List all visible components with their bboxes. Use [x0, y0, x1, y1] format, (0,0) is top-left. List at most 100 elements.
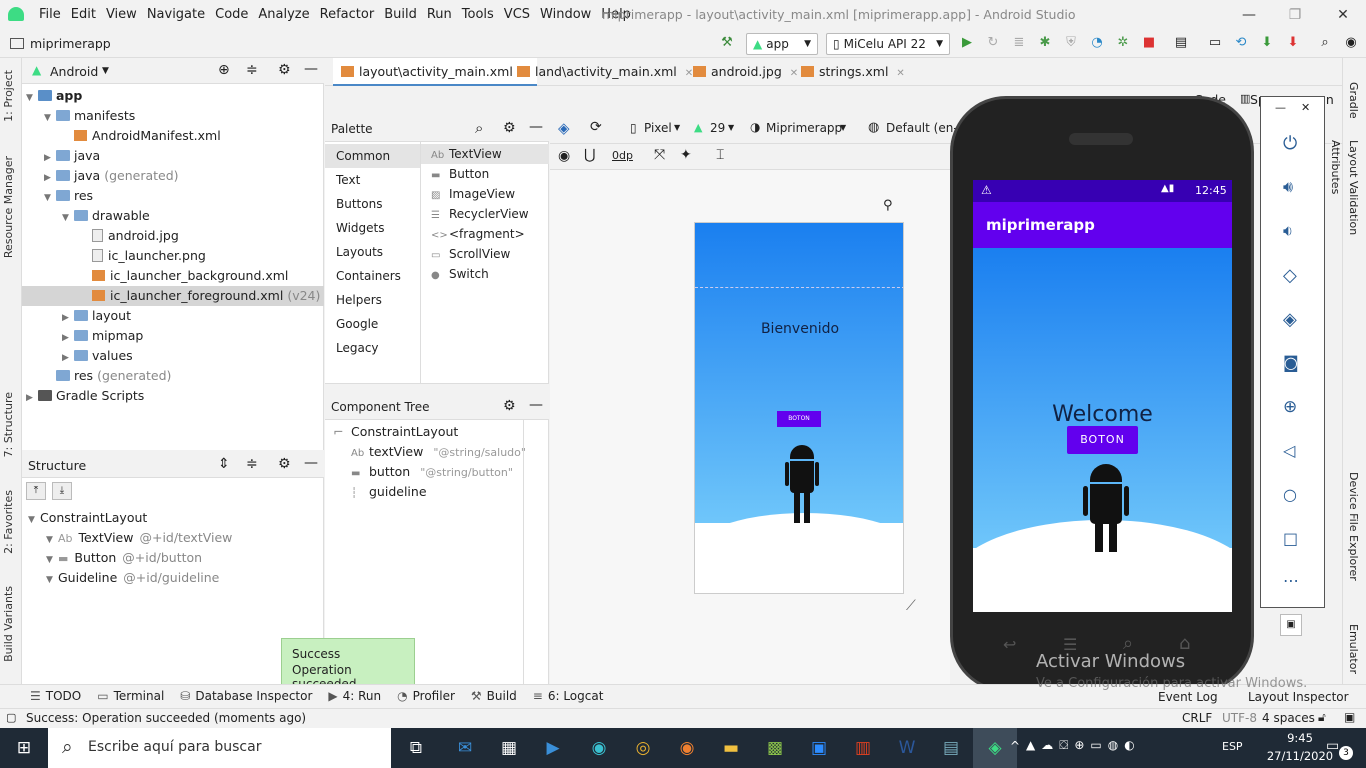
chevron-down-icon[interactable]: ▼ [674, 123, 680, 132]
close-icon[interactable]: ✕ [1301, 101, 1310, 114]
expand-all-icon[interactable]: ⇕ [218, 456, 230, 472]
sync-gradle-icon[interactable]: ⟲ [1232, 34, 1250, 52]
search-icon[interactable]: ⌕ [475, 119, 483, 137]
palette-widget[interactable]: <><fragment> [421, 224, 549, 244]
tab-project[interactable]: 1: Project [2, 70, 15, 122]
chevron-right-icon[interactable]: ▶ [62, 348, 74, 368]
chevron-down-icon[interactable]: ▼ [46, 530, 58, 550]
tab-event-log[interactable]: Event Log [1158, 690, 1218, 704]
gear-icon[interactable]: ⚙ [278, 62, 291, 78]
bottom-tool-tab[interactable]: ▶ 4: Run [328, 689, 381, 703]
tab-attributes[interactable]: Attributes [1329, 140, 1342, 194]
chevron-down-icon[interactable]: ▼ [26, 88, 38, 108]
palette-widget[interactable]: ▬ Button [421, 164, 549, 184]
search-icon[interactable]: ⌕ [1316, 34, 1334, 52]
chevron-right-icon[interactable]: ▶ [44, 168, 56, 188]
zoom-icon[interactable]: ⊕ [1283, 397, 1297, 417]
clear-constraints-icon[interactable]: ⤧ [654, 147, 665, 163]
project-tree-item[interactable]: ▶ java [22, 146, 324, 166]
tab-layout-inspector[interactable]: Layout Inspector [1248, 690, 1349, 704]
project-tree-item[interactable]: ic_launcher.png [22, 246, 324, 266]
collapse-all-icon[interactable]: ≑ [246, 62, 258, 78]
palette-category[interactable]: Containers [325, 264, 420, 288]
preview-button[interactable]: BOTON [777, 411, 821, 427]
taskbar-search[interactable]: ⌕ Escribe aquí para buscar [48, 728, 391, 768]
project-tree-item[interactable]: res (generated) [22, 366, 324, 386]
project-tree-item[interactable]: ic_launcher_background.xml [22, 266, 324, 286]
chevron-down-icon[interactable]: ▼ [728, 123, 734, 132]
project-tree-item[interactable]: ▼ app [22, 86, 324, 106]
maximize-button[interactable]: ❐ [1272, 0, 1318, 30]
structure-tree-item[interactable]: ▼ ConstraintLayout [28, 508, 147, 528]
status-toggle-icon[interactable]: ▢ [6, 711, 16, 724]
menu-run[interactable]: Run [422, 0, 457, 30]
task-view-icon[interactable]: ⧉ [394, 728, 438, 768]
apply-code-changes-icon[interactable]: ≣ [1010, 34, 1028, 52]
menu-file[interactable]: File [34, 0, 66, 30]
resize-handle-icon[interactable]: ⟋ [906, 598, 916, 614]
project-tree-item[interactable]: ▶ values [22, 346, 324, 366]
overview-icon[interactable]: □ [1283, 529, 1298, 548]
volume-up-icon[interactable]: 🔊︎ [1283, 177, 1293, 197]
chevron-right-icon[interactable]: ▶ [62, 308, 74, 328]
minimize-icon[interactable]: — [1275, 101, 1286, 114]
menu-vcs[interactable]: VCS [499, 0, 535, 30]
palette-category[interactable]: Buttons [325, 192, 420, 216]
tab-layout-validation[interactable]: Layout Validation [1347, 140, 1360, 235]
chevron-down-icon[interactable]: ▼ [62, 208, 74, 228]
locate-icon[interactable]: ⊕ [218, 62, 230, 78]
attach-debugger-icon[interactable]: ✲ [1114, 34, 1132, 52]
palette-widget[interactable]: ● Switch [421, 264, 549, 284]
device-select[interactable]: ▯ MiCelu API 22 ▼ [826, 33, 950, 55]
chevron-down-icon[interactable]: ▼ [44, 108, 56, 128]
project-tree-item[interactable]: android.jpg [22, 226, 324, 246]
palette-category[interactable]: Common [325, 144, 420, 168]
project-tree-item[interactable]: ic_launcher_foreground.xml (v24) [22, 286, 324, 306]
hide-icon[interactable]: — [304, 455, 318, 471]
menu-tools[interactable]: Tools [457, 0, 499, 30]
project-tree-item[interactable]: ▼ res [22, 186, 324, 206]
palette-widget[interactable]: ▨ ImageView [421, 184, 549, 204]
bottom-tool-tab[interactable]: ⛁ Database Inspector [180, 689, 312, 703]
project-tree-item[interactable]: ▶ Gradle Scripts [22, 386, 324, 406]
minimize-button[interactable]: — [1226, 0, 1272, 30]
gear-icon[interactable]: ⚙ [503, 398, 516, 414]
editor-tab[interactable]: strings.xml ✕ [793, 58, 913, 86]
tab-emulator[interactable]: Emulator [1347, 624, 1360, 674]
more-icon[interactable]: ⋯ [1283, 571, 1299, 590]
chevron-right-icon[interactable]: ▶ [44, 148, 56, 168]
tab-favorites[interactable]: 2: Favorites [2, 490, 15, 554]
sdk-manager-icon[interactable]: ⬇ [1258, 34, 1276, 52]
project-tree-item[interactable]: ▼ manifests [22, 106, 324, 126]
gear-icon[interactable]: ⚙ [503, 120, 516, 136]
project-tree-item[interactable]: ▶ java (generated) [22, 166, 324, 186]
power-icon[interactable]: ⏻ [1283, 133, 1297, 154]
emulator-button[interactable]: BOTON [1067, 426, 1138, 454]
project-view-select[interactable]: Android [50, 64, 98, 79]
notes-icon[interactable]: ▤ [929, 728, 973, 768]
menu-build[interactable]: Build [379, 0, 422, 30]
show-hidden-icons-icon[interactable]: ^ [1010, 739, 1020, 753]
profile-icon[interactable]: ◔ [1088, 34, 1106, 52]
file-explorer-icon[interactable]: ▬ [709, 728, 753, 768]
palette-widget[interactable]: Ab TextView [421, 144, 549, 164]
gear-icon[interactable]: ⚙ [278, 456, 291, 472]
magnet-icon[interactable]: ⋃ [584, 147, 595, 163]
run-icon[interactable]: ▶ [958, 34, 976, 52]
editor-tab[interactable]: land\activity_main.xml ✕ [509, 58, 701, 86]
palette-category[interactable]: Widgets [325, 216, 420, 240]
palette-category[interactable]: Layouts [325, 240, 420, 264]
bottom-tool-tab[interactable]: ⚒ Build [471, 689, 517, 703]
project-tree-item[interactable]: ▶ mipmap [22, 326, 324, 346]
editor-tab[interactable]: android.jpg ✕ [685, 58, 806, 86]
edge-icon[interactable]: ◉ [577, 728, 621, 768]
tab-resource-manager[interactable]: Resource Manager [2, 156, 15, 258]
close-icon[interactable]: ✕ [896, 68, 904, 79]
collapse-all-icon[interactable]: ≑ [246, 456, 258, 472]
project-tree-item[interactable]: AndroidManifest.xml [22, 126, 324, 146]
rotate-left-icon[interactable]: ◇ [1283, 265, 1297, 286]
menu-view[interactable]: View [101, 0, 142, 30]
component-tree-item[interactable]: ⌐ ConstraintLayout [333, 422, 458, 442]
device-select[interactable]: Pixel [644, 121, 672, 135]
status-message[interactable]: Success: Operation succeeded (moments ag… [26, 711, 306, 725]
